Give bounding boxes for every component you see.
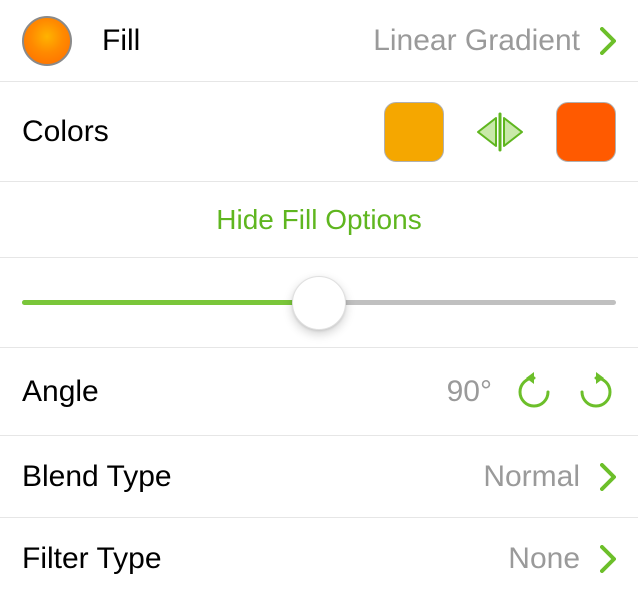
colors-row: Colors xyxy=(0,82,638,182)
colors-label: Colors xyxy=(22,115,109,149)
slider-thumb[interactable] xyxy=(292,276,346,330)
blend-type-row[interactable]: Blend Type Normal xyxy=(0,436,638,518)
angle-label: Angle xyxy=(22,375,99,409)
slider-track xyxy=(22,300,616,305)
fill-label: Fill xyxy=(102,24,140,58)
blend-type-label: Blend Type xyxy=(22,460,172,494)
hide-fill-options-button[interactable]: Hide Fill Options xyxy=(0,182,638,258)
fill-type-value: Linear Gradient xyxy=(373,24,580,58)
rotate-ccw-button[interactable] xyxy=(514,372,554,412)
blend-type-value: Normal xyxy=(483,460,580,494)
swap-colors-button[interactable] xyxy=(472,110,528,154)
chevron-right-icon xyxy=(600,545,616,573)
angle-row: Angle 90° xyxy=(0,348,638,436)
fill-color-swatch[interactable] xyxy=(22,16,72,66)
gradient-start-color[interactable] xyxy=(384,102,444,162)
fill-row[interactable]: Fill Linear Gradient xyxy=(0,0,638,82)
filter-type-label: Filter Type xyxy=(22,542,162,576)
filter-type-row[interactable]: Filter Type None xyxy=(0,518,638,600)
angle-value: 90° xyxy=(447,375,492,409)
slider-fill xyxy=(22,300,319,305)
hide-fill-options-label: Hide Fill Options xyxy=(216,204,421,236)
chevron-right-icon xyxy=(600,27,616,55)
filter-type-value: None xyxy=(508,542,580,576)
gradient-midpoint-slider[interactable] xyxy=(0,258,638,348)
rotate-cw-button[interactable] xyxy=(576,372,616,412)
chevron-right-icon xyxy=(600,463,616,491)
gradient-end-color[interactable] xyxy=(556,102,616,162)
